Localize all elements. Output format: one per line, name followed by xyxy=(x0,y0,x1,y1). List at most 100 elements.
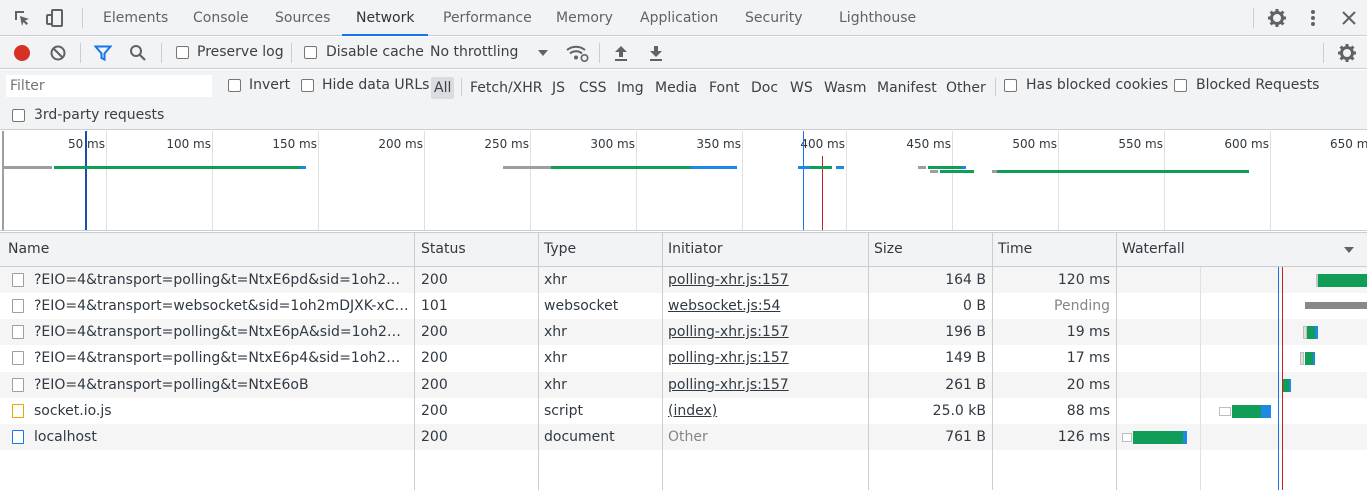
table-row[interactable]: ?EIO=4&transport=polling&t=NtxE6pA&sid=1… xyxy=(0,319,1367,345)
toolbar-separator xyxy=(1253,8,1254,28)
waterfall-bar xyxy=(1133,431,1183,444)
disable-cache-checkbox[interactable] xyxy=(304,46,317,59)
overview-request-bar xyxy=(810,166,832,169)
network-conditions-icon[interactable] xyxy=(565,43,589,63)
table-row[interactable]: localhost 200 document Other 761 B 126 m… xyxy=(0,424,1367,450)
export-har-icon[interactable] xyxy=(647,43,665,63)
close-icon[interactable] xyxy=(1340,9,1358,27)
tab-memory[interactable]: Memory xyxy=(556,0,613,36)
table-row[interactable]: ?EIO=4&transport=polling&t=NtxE6pd&sid=1… xyxy=(0,267,1367,293)
table-row[interactable]: socket.io.js 200 script (index) 25.0 kB … xyxy=(0,398,1367,424)
overview-tick-label: 250 ms xyxy=(484,137,529,151)
toolbar-separator xyxy=(80,43,81,63)
waterfall-load-marker xyxy=(1282,267,1283,490)
column-header-waterfall[interactable]: Waterfall xyxy=(1116,233,1185,266)
filter-icon[interactable] xyxy=(94,44,112,62)
column-header-initiator[interactable]: Initiator xyxy=(662,233,723,266)
filter-type-js[interactable]: JS xyxy=(552,77,565,99)
request-initiator-link[interactable]: polling-xhr.js:157 xyxy=(668,372,863,398)
request-status: 200 xyxy=(421,350,448,366)
request-time: 20 ms xyxy=(1066,377,1110,393)
request-initiator-link[interactable]: polling-xhr.js:157 xyxy=(668,319,863,345)
has-blocked-cookies-checkbox[interactable] xyxy=(1004,79,1017,92)
table-row[interactable]: ?EIO=4&transport=polling&t=NtxE6oB 200 x… xyxy=(0,372,1367,398)
filter-type-wasm[interactable]: Wasm xyxy=(824,77,866,99)
document-file-icon xyxy=(12,430,24,444)
filter-type-img[interactable]: Img xyxy=(617,77,644,99)
column-header-time[interactable]: Time xyxy=(992,233,1032,266)
request-initiator-link[interactable]: websocket.js:54 xyxy=(668,293,863,319)
filter-input[interactable] xyxy=(6,75,212,97)
clear-icon[interactable] xyxy=(49,44,67,62)
overview-request-bar xyxy=(798,166,810,169)
waterfall-bar xyxy=(1305,302,1367,309)
overview-request-bar xyxy=(836,166,844,169)
column-header-status[interactable]: Status xyxy=(415,233,466,266)
tab-elements[interactable]: Elements xyxy=(103,0,168,36)
waterfall-bar xyxy=(1232,405,1261,418)
toolbar-separator xyxy=(599,43,600,63)
preserve-log-checkbox[interactable] xyxy=(176,46,189,59)
throttling-select[interactable]: No throttling xyxy=(430,44,518,60)
request-status: 200 xyxy=(421,324,448,340)
filter-type-other[interactable]: Other xyxy=(946,77,986,99)
column-header-type[interactable]: Type xyxy=(538,233,576,266)
table-row[interactable]: ?EIO=4&transport=websocket&sid=1oh2mDJXK… xyxy=(0,293,1367,319)
request-size: 761 B xyxy=(945,429,986,445)
request-initiator-link[interactable]: (index) xyxy=(668,398,863,424)
filter-type-ws[interactable]: WS xyxy=(790,77,813,99)
waterfall-bar xyxy=(1289,379,1291,392)
tab-sources[interactable]: Sources xyxy=(275,0,330,36)
request-size: 25.0 kB xyxy=(932,403,986,419)
overview-tick-label: 50 ms xyxy=(67,137,105,151)
device-toolbar-icon[interactable] xyxy=(45,8,65,28)
request-initiator-link[interactable]: polling-xhr.js:157 xyxy=(668,267,863,293)
toolbar-separator xyxy=(161,43,162,63)
overview-request-bar xyxy=(928,166,962,169)
tab-performance[interactable]: Performance xyxy=(443,0,532,36)
overview-request-bar xyxy=(930,170,938,173)
filter-type-css[interactable]: CSS xyxy=(579,77,607,99)
import-har-icon[interactable] xyxy=(612,43,630,63)
filter-type-manifest[interactable]: Manifest xyxy=(877,77,937,99)
request-type: xhr xyxy=(544,324,567,340)
table-row[interactable]: ?EIO=4&transport=polling&t=NtxE6p4&sid=1… xyxy=(0,345,1367,371)
request-name: ?EIO=4&transport=websocket&sid=1oh2mDJXK… xyxy=(34,298,410,314)
tab-lighthouse[interactable]: Lighthouse xyxy=(839,0,916,36)
filter-type-media[interactable]: Media xyxy=(655,77,697,99)
record-icon[interactable] xyxy=(13,44,31,62)
tab-security[interactable]: Security xyxy=(745,0,803,36)
waterfall-bar xyxy=(1122,433,1132,442)
sort-chevron-icon[interactable] xyxy=(1343,245,1355,255)
tab-application[interactable]: Application xyxy=(640,0,718,36)
filter-type-all[interactable]: All xyxy=(431,77,455,99)
inspect-element-icon[interactable] xyxy=(12,8,32,28)
overview-tick-label: 550 ms xyxy=(1118,137,1163,151)
request-initiator-link[interactable]: polling-xhr.js:157 xyxy=(668,345,863,371)
settings-icon[interactable] xyxy=(1267,8,1287,28)
more-options-icon[interactable] xyxy=(1305,8,1321,28)
request-size: 261 B xyxy=(945,377,986,393)
filter-type-font[interactable]: Font xyxy=(709,77,739,99)
hide-data-urls-checkbox[interactable] xyxy=(301,79,314,92)
network-settings-icon[interactable] xyxy=(1337,43,1357,63)
third-party-requests-checkbox[interactable] xyxy=(12,109,25,122)
column-header-size[interactable]: Size xyxy=(868,233,903,266)
overview-request-bar xyxy=(962,166,966,169)
filter-type-fetch-xhr[interactable]: Fetch/XHR xyxy=(470,77,543,99)
search-icon[interactable] xyxy=(129,44,147,62)
tab-network[interactable]: Network xyxy=(342,0,429,36)
filter-separator xyxy=(995,78,996,96)
overview-tick-label: 500 ms xyxy=(1012,137,1057,151)
overview-left-handle[interactable] xyxy=(2,131,4,230)
script-file-icon xyxy=(12,404,24,418)
tab-console[interactable]: Console xyxy=(193,0,249,36)
column-divider xyxy=(992,233,993,490)
column-header-name[interactable]: Name xyxy=(2,233,49,266)
invert-checkbox[interactable] xyxy=(228,79,241,92)
chevron-down-icon[interactable] xyxy=(537,48,549,58)
filter-separator xyxy=(461,78,462,96)
overview-gridline xyxy=(318,131,319,230)
blocked-requests-checkbox[interactable] xyxy=(1174,79,1187,92)
filter-type-doc[interactable]: Doc xyxy=(751,77,778,99)
